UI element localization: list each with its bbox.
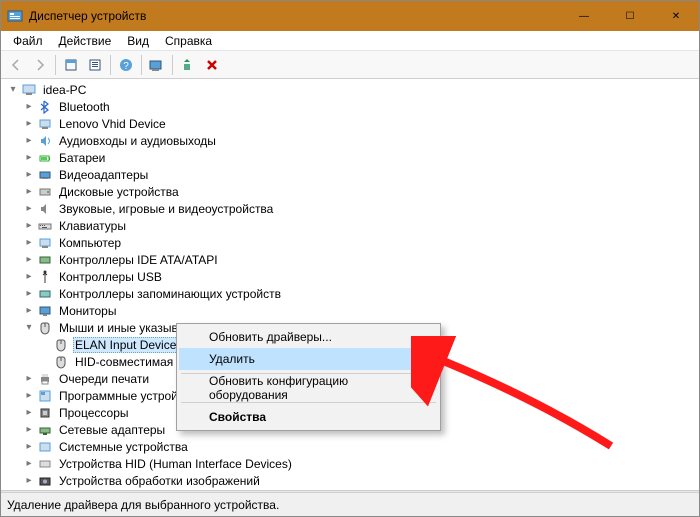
computer-icon [37, 235, 53, 251]
tree-item[interactable]: ▸Батареи [3, 149, 699, 166]
keyboard-icon [37, 218, 53, 234]
menu-help[interactable]: Справка [157, 32, 220, 50]
expander-icon[interactable]: ▸ [21, 235, 37, 251]
tree-item[interactable]: ▸Видеоадаптеры [3, 166, 699, 183]
statusbar-text: Удаление драйвера для выбранного устройс… [7, 498, 279, 512]
battery-icon [37, 150, 53, 166]
tree-item[interactable]: ▸Lenovo Vhid Device [3, 115, 699, 132]
tree-item[interactable]: ▸Устройства HID (Human Interface Devices… [3, 455, 699, 472]
tree-item[interactable]: ▸Контроллеры USB [3, 268, 699, 285]
expander-icon[interactable]: ▸ [21, 218, 37, 234]
expander-icon[interactable]: ▸ [21, 252, 37, 268]
menu-file[interactable]: Файл [5, 32, 51, 50]
printer-icon [37, 371, 53, 387]
storage-icon [37, 286, 53, 302]
svg-text:?: ? [123, 61, 129, 72]
close-button[interactable]: ✕ [653, 1, 699, 31]
tree-root[interactable]: ▾ idea-PC [3, 81, 699, 98]
tree-item[interactable]: ▸Аудиовходы и аудиовыходы [3, 132, 699, 149]
ctx-delete[interactable]: Удалить [179, 348, 438, 370]
mouse-icon [53, 354, 69, 370]
expander-icon[interactable]: ▸ [21, 150, 37, 166]
system-icon [37, 439, 53, 455]
usb-icon [37, 269, 53, 285]
tree-item[interactable]: ▸Клавиатуры [3, 217, 699, 234]
expander-icon[interactable]: ▸ [21, 303, 37, 319]
window-title: Диспетчер устройств [29, 9, 561, 23]
controller-icon [37, 252, 53, 268]
expander-icon[interactable]: ▸ [21, 388, 37, 404]
ctx-separator [181, 402, 436, 403]
tree-item[interactable]: ▸Дисковые устройства [3, 183, 699, 200]
network-icon [37, 422, 53, 438]
expander-icon[interactable]: ▸ [21, 405, 37, 421]
help-button[interactable]: ? [115, 54, 137, 76]
scan-hardware-button[interactable] [146, 54, 168, 76]
ctx-properties[interactable]: Свойства [179, 406, 438, 428]
monitor-icon [37, 303, 53, 319]
app-icon [7, 8, 23, 24]
tree-item[interactable]: ▸Контроллеры запоминающих устройств [3, 285, 699, 302]
nav-forward-button[interactable] [29, 54, 51, 76]
menubar: Файл Действие Вид Справка [1, 31, 699, 51]
expander-icon[interactable]: ▸ [21, 133, 37, 149]
expander-icon[interactable]: ▸ [21, 439, 37, 455]
tree-item[interactable]: ▸Контроллеры IDE ATA/ATAPI [3, 251, 699, 268]
context-menu: Обновить драйверы... Удалить Обновить ко… [176, 323, 441, 431]
expander-icon[interactable]: ▸ [21, 269, 37, 285]
tree-item[interactable]: ▸Системные устройства [3, 438, 699, 455]
expander-icon[interactable]: ▸ [21, 99, 37, 115]
tree-item[interactable]: ▸Bluetooth [3, 98, 699, 115]
show-hidden-button[interactable] [60, 54, 82, 76]
toolbar: ? [1, 51, 699, 79]
mouse-icon [37, 320, 53, 336]
expander-icon[interactable]: ▾ [5, 82, 21, 98]
mouse-icon [53, 337, 69, 353]
expander-icon[interactable]: ▸ [21, 286, 37, 302]
expander-icon[interactable]: ▾ [21, 320, 37, 336]
minimize-button[interactable]: — [561, 1, 607, 31]
disk-icon [37, 184, 53, 200]
titlebar: Диспетчер устройств — ☐ ✕ [1, 1, 699, 31]
tree-item-elan-label: ELAN Input Device [73, 337, 178, 353]
tree-item[interactable]: ▸Мониторы [3, 302, 699, 319]
display-adapter-icon [37, 167, 53, 183]
properties-button[interactable] [84, 54, 106, 76]
bluetooth-icon [37, 99, 53, 115]
software-icon [37, 388, 53, 404]
tree-item[interactable]: ▸Компьютер [3, 234, 699, 251]
expander-icon[interactable]: ▸ [21, 422, 37, 438]
statusbar: Удаление драйвера для выбранного устройс… [1, 492, 699, 516]
nav-back-button[interactable] [5, 54, 27, 76]
expander-icon[interactable]: ▸ [21, 201, 37, 217]
expander-icon[interactable]: ▸ [21, 167, 37, 183]
expander-icon[interactable]: ▸ [21, 184, 37, 200]
tree-root-label: idea-PC [41, 83, 88, 97]
imaging-icon [37, 473, 53, 489]
hid-icon [37, 456, 53, 472]
expander-icon[interactable]: ▸ [21, 116, 37, 132]
menu-action[interactable]: Действие [51, 32, 120, 50]
device-icon [37, 116, 53, 132]
audio-icon [37, 133, 53, 149]
cpu-icon [37, 405, 53, 421]
sound-icon [37, 201, 53, 217]
expander-icon[interactable]: ▸ [21, 456, 37, 472]
uninstall-button[interactable] [201, 54, 223, 76]
maximize-button[interactable]: ☐ [607, 1, 653, 31]
ctx-refresh-config[interactable]: Обновить конфигурацию оборудования [179, 377, 438, 399]
tree-item[interactable]: ▸Устройства обработки изображений [3, 472, 699, 489]
computer-icon [21, 82, 37, 98]
ctx-update-drivers[interactable]: Обновить драйверы... [179, 326, 438, 348]
tree-item[interactable]: ▸Звуковые, игровые и видеоустройства [3, 200, 699, 217]
update-driver-button[interactable] [177, 54, 199, 76]
expander-icon[interactable]: ▸ [21, 371, 37, 387]
menu-view[interactable]: Вид [119, 32, 157, 50]
expander-icon[interactable]: ▸ [21, 473, 37, 489]
